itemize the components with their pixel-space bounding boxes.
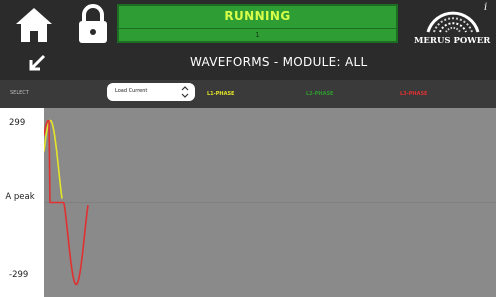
- waveform-svg: [44, 108, 496, 286]
- home-button[interactable]: [12, 6, 56, 44]
- chevron-updown-icon: [181, 86, 189, 98]
- back-button[interactable]: [28, 54, 46, 72]
- waveform-plot: [44, 108, 496, 297]
- y-tick-max: 299: [9, 118, 26, 128]
- y-axis: 299 A peak -299: [0, 108, 44, 297]
- page-title: WAVEFORMS - MODULE: ALL: [190, 55, 368, 69]
- status-indicator: RUNNING 1: [117, 4, 398, 43]
- info-icon[interactable]: i: [484, 2, 487, 13]
- home-icon: [16, 8, 52, 42]
- phase-l3-toggle[interactable]: L3-PHASE: [400, 91, 427, 97]
- status-divider: [119, 28, 396, 29]
- measurement-dropdown[interactable]: Load Current: [107, 83, 195, 101]
- status-text: RUNNING: [224, 9, 291, 23]
- y-tick-min: -299: [9, 270, 29, 280]
- phase-l2-toggle[interactable]: L2-PHASE: [306, 91, 333, 97]
- phase-l1-toggle[interactable]: L1-PHASE: [207, 91, 234, 97]
- back-arrow-icon: [29, 54, 46, 71]
- select-label: SELECT: [10, 90, 29, 96]
- lock-button[interactable]: [74, 4, 112, 44]
- y-axis-label: A peak: [5, 192, 35, 202]
- brand-name: MERUS POWER: [414, 36, 491, 46]
- lock-icon: [79, 4, 107, 43]
- status-subtext: 1: [255, 31, 260, 39]
- dropdown-value: Load Current: [115, 88, 148, 94]
- series-line-l1-phase: [44, 119, 63, 199]
